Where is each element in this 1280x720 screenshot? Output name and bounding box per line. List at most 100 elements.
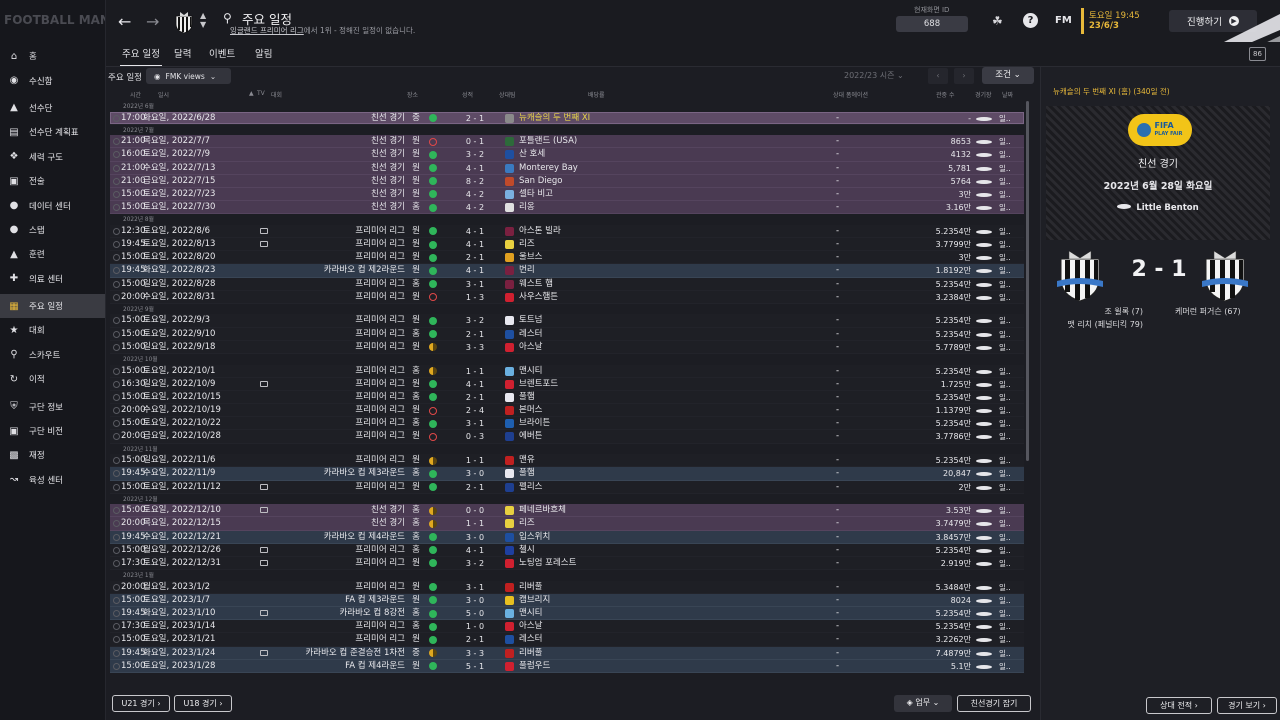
opponent-name[interactable]: 첼시 xyxy=(519,544,535,557)
col-stadium[interactable]: 경기장 xyxy=(975,90,992,99)
fixture-score[interactable]: 4 - 1 xyxy=(460,378,490,391)
fixture-score[interactable]: 0 - 3 xyxy=(460,430,490,443)
opponent-name[interactable]: 번리 xyxy=(519,264,535,277)
sidebar-item[interactable]: ● 스탭 xyxy=(0,218,105,242)
row-select-radio[interactable] xyxy=(113,317,120,325)
arrange-friendly-button[interactable]: 친선경기 잡기 xyxy=(957,695,1031,712)
conditions-dropdown[interactable]: 조건 ⌄ xyxy=(982,67,1034,84)
opponent-name[interactable]: 리버풀 xyxy=(519,647,542,660)
fixture-competition[interactable]: 친선 경기 xyxy=(371,135,405,148)
sidebar-item[interactable]: ⛨ 구단 정보 xyxy=(0,394,105,418)
opponent-crest-icon[interactable] xyxy=(505,622,514,632)
sidebar-item[interactable]: ★ 대회 xyxy=(0,318,105,342)
fixture-competition[interactable]: 프리미어 리그 xyxy=(355,430,405,443)
opponent-crest-icon[interactable] xyxy=(505,113,514,123)
views-dropdown[interactable]: ◉ FMK views ⌄ xyxy=(146,68,231,84)
sidebar-item[interactable]: ▣ 전술 xyxy=(0,169,105,193)
fixture-score[interactable]: 1 - 3 xyxy=(460,291,490,304)
opponent-crest-icon[interactable] xyxy=(505,316,514,326)
opponent-name[interactable]: 울브스 xyxy=(519,251,542,264)
fixture-score[interactable]: 1 - 1 xyxy=(460,365,490,378)
fixture-row[interactable]: 15:00 토요일, 2022/7/30 친선 경기 홈 4 - 2 리옹 - 3.16만 일.… xyxy=(110,201,1024,215)
fixture-competition[interactable]: FA 컵 제3라운드 xyxy=(345,594,405,607)
row-select-radio[interactable] xyxy=(113,343,120,351)
fixture-score[interactable]: 4 - 2 xyxy=(460,188,490,201)
fixture-row[interactable]: 19:45 수요일, 2022/11/9 카라바오 컵 제3라운드 홈 3 - 0 풀햄 -… xyxy=(110,467,1024,481)
fixture-competition[interactable]: FA 컵 제4라운드 xyxy=(345,660,405,673)
fixture-score[interactable]: 2 - 4 xyxy=(460,404,490,417)
opponent-crest-icon[interactable] xyxy=(505,240,514,249)
opponent-name[interactable]: 포틀랜드 (USA) xyxy=(519,135,577,148)
fixture-score[interactable]: 4 - 1 xyxy=(460,162,490,175)
fixture-score[interactable]: 3 - 0 xyxy=(460,594,490,607)
detail-link[interactable]: 일.. xyxy=(999,175,1011,188)
opponent-name[interactable]: 캠브리지 xyxy=(519,594,550,607)
detail-link[interactable]: 일.. xyxy=(999,404,1011,417)
duty-dropdown[interactable]: ◈ 업무 ⌄ xyxy=(894,695,952,712)
opponent-crest-icon[interactable] xyxy=(505,482,514,492)
fixture-score[interactable]: 4 - 1 xyxy=(460,264,490,277)
fixture-competition[interactable]: 프리미어 리그 xyxy=(355,633,405,646)
row-select-radio[interactable] xyxy=(113,367,120,375)
opponent-name[interactable]: 맨시티 xyxy=(519,607,542,620)
opponent-crest-icon[interactable] xyxy=(505,456,514,466)
sidebar-item[interactable]: ↻ 이적 xyxy=(0,367,105,391)
scorer[interactable]: 케머런 퍼거슨 (67) xyxy=(1175,305,1275,318)
opponent-name[interactable]: 셀타 비고 xyxy=(519,188,553,201)
detail-link[interactable]: 일.. xyxy=(999,112,1011,125)
detail-link[interactable]: 일.. xyxy=(999,430,1011,443)
row-select-radio[interactable] xyxy=(113,393,120,401)
opponent-crest-icon[interactable] xyxy=(505,292,514,302)
fixture-row[interactable]: 15:00 토요일, 2022/11/12 프리미어 리그 원 2 - 1 펠리스 - 2만 일… xyxy=(110,480,1024,494)
fixture-score[interactable]: 3 - 3 xyxy=(460,341,490,354)
fixture-row[interactable]: 19:45 화요일, 2022/8/23 카라바오 컵 제2라운드 원 4 - 1 번리 -… xyxy=(110,264,1024,278)
fixture-competition[interactable]: 친선 경기 xyxy=(371,148,405,161)
detail-link[interactable]: 일.. xyxy=(999,417,1011,430)
detail-link[interactable]: 일.. xyxy=(999,467,1011,480)
row-select-radio[interactable] xyxy=(113,596,120,604)
fixture-competition[interactable]: 친선 경기 xyxy=(371,517,405,530)
fixture-score[interactable]: 1 - 1 xyxy=(460,517,490,530)
detail-link[interactable]: 일.. xyxy=(999,607,1011,620)
opponent-name[interactable]: 리옹 xyxy=(519,201,535,214)
fixture-row[interactable]: 20:00 월요일, 2023/1/2 프리미어 리그 원 3 - 1 리버풀 - 5.348… xyxy=(110,580,1024,594)
opponent-crest-icon[interactable] xyxy=(505,661,514,671)
tab-alerts[interactable]: 알림 xyxy=(255,46,272,60)
detail-link[interactable]: 일.. xyxy=(999,314,1011,327)
opponent-crest-icon[interactable] xyxy=(505,595,514,605)
fixture-score[interactable]: 3 - 2 xyxy=(460,314,490,327)
row-select-radio[interactable] xyxy=(113,241,120,248)
detail-link[interactable]: 일.. xyxy=(999,581,1011,594)
fixture-competition[interactable]: 친선 경기 xyxy=(371,188,405,201)
row-select-radio[interactable] xyxy=(113,407,120,415)
col-detail[interactable]: 날짜 xyxy=(1002,90,1013,99)
next-season-button[interactable]: › xyxy=(954,68,974,84)
kit-number-icon[interactable]: 86 xyxy=(1249,47,1266,61)
fixture-competition[interactable]: 프리미어 리그 xyxy=(355,278,405,291)
row-select-radio[interactable] xyxy=(113,520,120,528)
fixture-score[interactable]: 3 - 1 xyxy=(460,278,490,291)
opponent-name[interactable]: 브렌트포드 xyxy=(519,378,558,391)
fixture-score[interactable]: 0 - 1 xyxy=(460,135,490,148)
fixture-score[interactable]: 2 - 1 xyxy=(460,328,490,341)
detail-link[interactable]: 일.. xyxy=(999,504,1011,517)
opponent-name[interactable]: 노팅엄 포레스트 xyxy=(519,557,576,570)
opponent-crest-icon[interactable] xyxy=(505,519,514,529)
opponent-crest-icon[interactable] xyxy=(505,176,514,186)
opponent-name[interactable]: 리즈 xyxy=(519,517,535,530)
fixture-competition[interactable]: 카라바오 컵 제3라운드 xyxy=(324,467,405,480)
fixture-score[interactable]: 2 - 1 xyxy=(460,112,490,125)
col-tv[interactable]: TV xyxy=(257,90,265,97)
opponent-name[interactable]: 뉴캐슬의 두 번째 XI xyxy=(519,112,590,125)
fixture-competition[interactable]: 프리미어 리그 xyxy=(355,544,405,557)
row-select-radio[interactable] xyxy=(113,164,120,172)
detail-link[interactable]: 일.. xyxy=(999,660,1011,673)
fixture-competition[interactable]: 프리미어 리그 xyxy=(355,417,405,430)
detail-link[interactable]: 일.. xyxy=(999,238,1011,251)
view-match-button[interactable]: 경기 보기 › xyxy=(1217,697,1277,714)
season-select[interactable]: 2022/23 시즌 ⌄ xyxy=(844,70,904,81)
row-select-radio[interactable] xyxy=(113,254,120,262)
detail-link[interactable]: 일.. xyxy=(999,633,1011,646)
opponent-name[interactable]: 풀럼우드 xyxy=(519,660,550,673)
head-to-head-button[interactable]: 상대 전적 › xyxy=(1146,697,1212,714)
